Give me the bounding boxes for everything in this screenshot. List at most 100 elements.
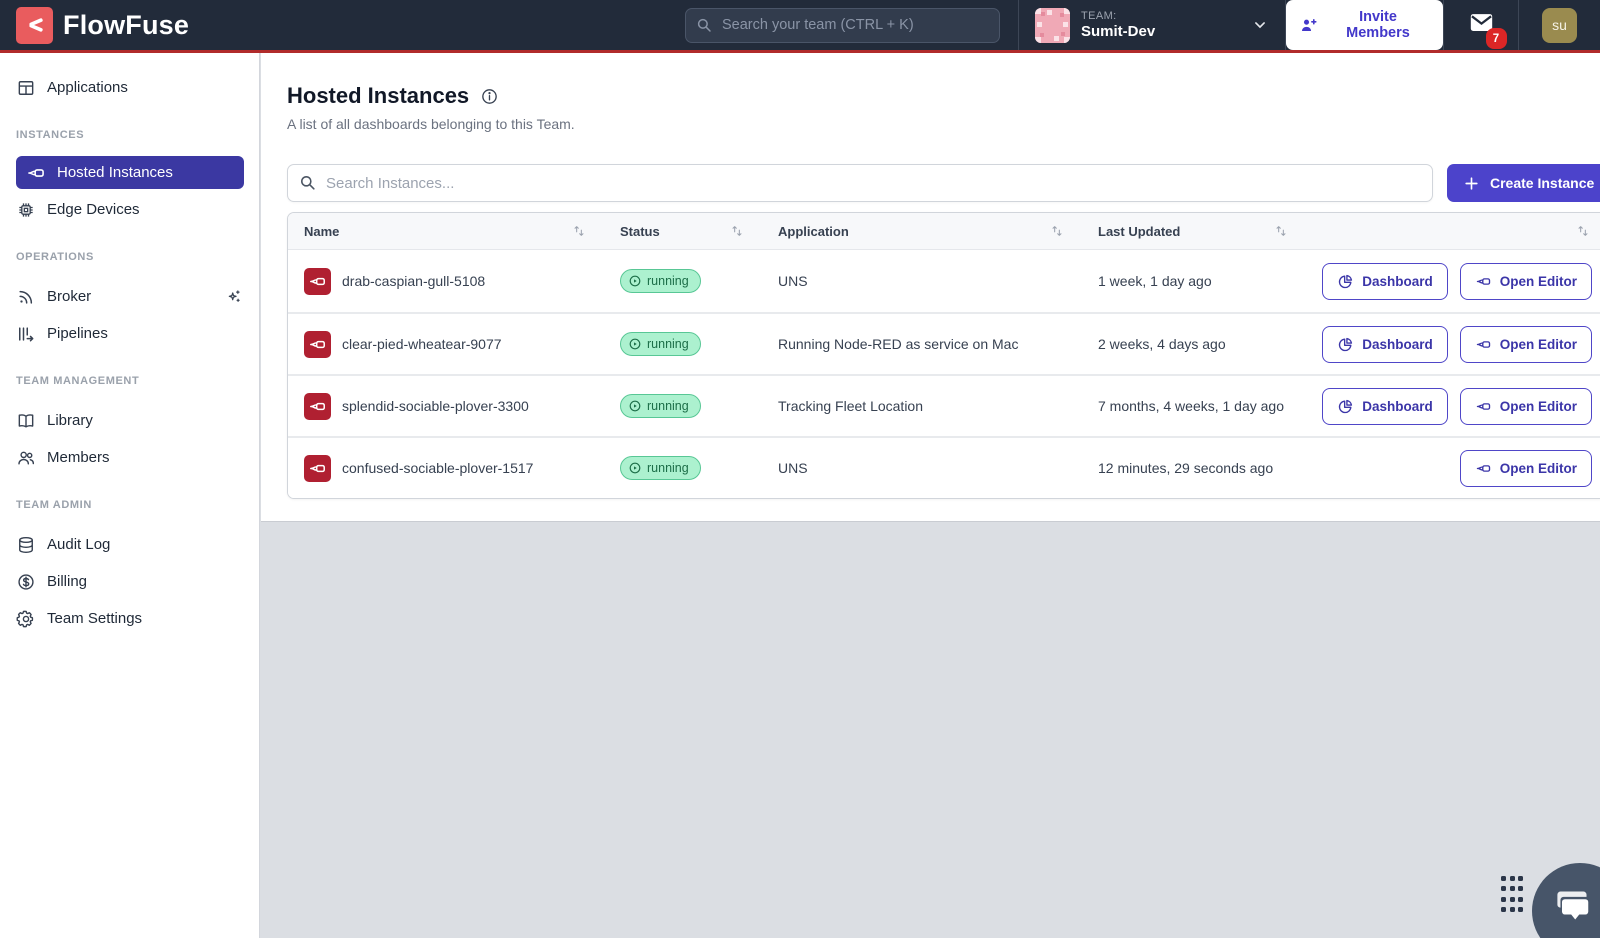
last-updated-cell: 1 week, 1 day ago — [1082, 273, 1306, 289]
sidebar-section-team-admin: TEAM ADMIN — [0, 490, 259, 520]
sort-icon — [730, 224, 744, 238]
dashboard-button[interactable]: Dashboard — [1322, 388, 1448, 425]
play-circle-icon — [628, 274, 642, 288]
status-label: running — [647, 461, 689, 475]
column-label: Name — [304, 224, 339, 239]
brand-name: FlowFuse — [63, 10, 189, 41]
dashboard-button[interactable]: Dashboard — [1322, 263, 1448, 300]
open-editor-button[interactable]: Open Editor — [1460, 326, 1592, 363]
cog-icon — [16, 609, 36, 629]
pipelines-icon — [16, 324, 36, 344]
page-title: Hosted Instances — [287, 83, 469, 109]
sidebar-item-library[interactable]: Library — [0, 402, 259, 439]
column-label: Last Updated — [1098, 224, 1180, 239]
column-header-last-updated[interactable]: Last Updated — [1082, 224, 1306, 239]
sidebar-item-label: Library — [47, 412, 93, 429]
table-row[interactable]: clear-pied-wheatear-9077 running Running… — [288, 312, 1600, 374]
users-icon — [16, 448, 36, 468]
sidebar-item-label: Team Settings — [47, 610, 142, 627]
sidebar-item-applications[interactable]: Applications — [0, 69, 259, 106]
table-row[interactable]: drab-caspian-gull-5108 running UNS 1 wee… — [288, 250, 1600, 312]
plus-icon — [1463, 175, 1480, 192]
sidebar-item-label: Broker — [47, 288, 91, 305]
sidebar-item-label: Billing — [47, 573, 87, 590]
sidebar-item-audit-log[interactable]: Audit Log — [0, 526, 259, 563]
sidebar-item-billing[interactable]: Billing — [0, 563, 259, 600]
sidebar-item-edge-devices[interactable]: Edge Devices — [0, 191, 259, 228]
team-label: TEAM: — [1081, 10, 1155, 22]
open-editor-button[interactable]: Open Editor — [1460, 450, 1592, 487]
application-cell: Tracking Fleet Location — [762, 398, 1082, 414]
create-instance-button[interactable]: Create Instance — [1447, 164, 1600, 202]
instance-name: splendid-sociable-plover-3300 — [342, 398, 529, 414]
sidebar-item-broker[interactable]: Broker — [0, 278, 259, 315]
book-icon — [16, 411, 36, 431]
status-label: running — [647, 337, 689, 351]
status-label: running — [647, 399, 689, 413]
open-editor-label: Open Editor — [1500, 399, 1577, 414]
open-editor-button[interactable]: Open Editor — [1460, 388, 1592, 425]
column-label: Application — [778, 224, 849, 239]
info-icon[interactable] — [480, 87, 499, 106]
database-icon — [16, 535, 36, 555]
search-icon — [695, 16, 713, 34]
broadcast-icon — [16, 287, 36, 307]
team-avatar — [1035, 8, 1070, 43]
sidebar-section-instances: INSTANCES — [0, 120, 259, 150]
sidebar-item-hosted-instances[interactable]: Hosted Instances — [16, 156, 244, 189]
column-header-actions[interactable] — [1306, 224, 1600, 238]
column-header-status[interactable]: Status — [604, 224, 762, 239]
dashboard-button[interactable]: Dashboard — [1322, 326, 1448, 363]
table-row[interactable]: splendid-sociable-plover-3300 running Tr… — [288, 374, 1600, 436]
last-updated-cell: 12 minutes, 29 seconds ago — [1082, 460, 1306, 476]
sort-icon — [572, 224, 586, 238]
instance-name: confused-sociable-plover-1517 — [342, 460, 533, 476]
search-icon — [298, 173, 317, 192]
chat-bubble-icon — [1548, 881, 1594, 927]
node-red-instance-icon — [304, 268, 331, 295]
sidebar-section-operations: OPERATIONS — [0, 242, 259, 272]
create-instance-label: Create Instance — [1490, 175, 1594, 191]
sparkles-icon — [224, 287, 243, 306]
team-name: Sumit-Dev — [1081, 23, 1155, 40]
sidebar-item-pipelines[interactable]: Pipelines — [0, 315, 259, 352]
flowfuse-logo[interactable]: FlowFuse — [16, 7, 189, 44]
sidebar: Applications INSTANCES Hosted Instances … — [0, 53, 260, 938]
sort-icon — [1274, 224, 1288, 238]
play-circle-icon — [628, 399, 642, 413]
pie-chart-icon — [1337, 398, 1354, 415]
applications-icon — [16, 78, 36, 98]
open-editor-label: Open Editor — [1500, 461, 1577, 476]
widget-drag-handle[interactable] — [1501, 876, 1524, 914]
column-header-application[interactable]: Application — [762, 224, 1082, 239]
column-header-name[interactable]: Name — [288, 224, 604, 239]
sidebar-item-label: Hosted Instances — [57, 164, 173, 181]
node-red-instance-icon — [304, 455, 331, 482]
instances-table: Name Status Application Last Updated — [287, 212, 1600, 499]
team-selector[interactable]: TEAM: Sumit-Dev — [1018, 0, 1285, 50]
main-content: Hosted Instances A list of all dashboard… — [261, 53, 1600, 938]
sidebar-item-label: Edge Devices — [47, 201, 140, 218]
sidebar-item-label: Pipelines — [47, 325, 108, 342]
team-search-input[interactable] — [685, 8, 1000, 43]
sidebar-section-team-management: TEAM MANAGEMENT — [0, 366, 259, 396]
sidebar-item-members[interactable]: Members — [0, 439, 259, 476]
node-red-instance-icon — [304, 393, 331, 420]
node-red-instance-icon — [1475, 460, 1492, 477]
invite-members-button[interactable]: Invite Members — [1286, 0, 1443, 50]
user-avatar[interactable]: su — [1542, 8, 1577, 43]
table-row[interactable]: confused-sociable-plover-1517 running UN… — [288, 436, 1600, 498]
column-label: Status — [620, 224, 660, 239]
application-cell: UNS — [762, 460, 1082, 476]
notifications-button[interactable]: 7 — [1468, 9, 1495, 41]
instance-search-input[interactable] — [287, 164, 1433, 202]
status-badge-running: running — [620, 456, 701, 480]
currency-dollar-icon — [16, 572, 36, 592]
open-editor-button[interactable]: Open Editor — [1460, 263, 1592, 300]
dashboard-label: Dashboard — [1362, 274, 1433, 289]
node-red-instance-icon — [304, 331, 331, 358]
node-red-instance-icon — [1475, 398, 1492, 415]
page-subtitle: A list of all dashboards belonging to th… — [287, 116, 1600, 132]
sidebar-item-team-settings[interactable]: Team Settings — [0, 600, 259, 637]
dashboard-label: Dashboard — [1362, 337, 1433, 352]
